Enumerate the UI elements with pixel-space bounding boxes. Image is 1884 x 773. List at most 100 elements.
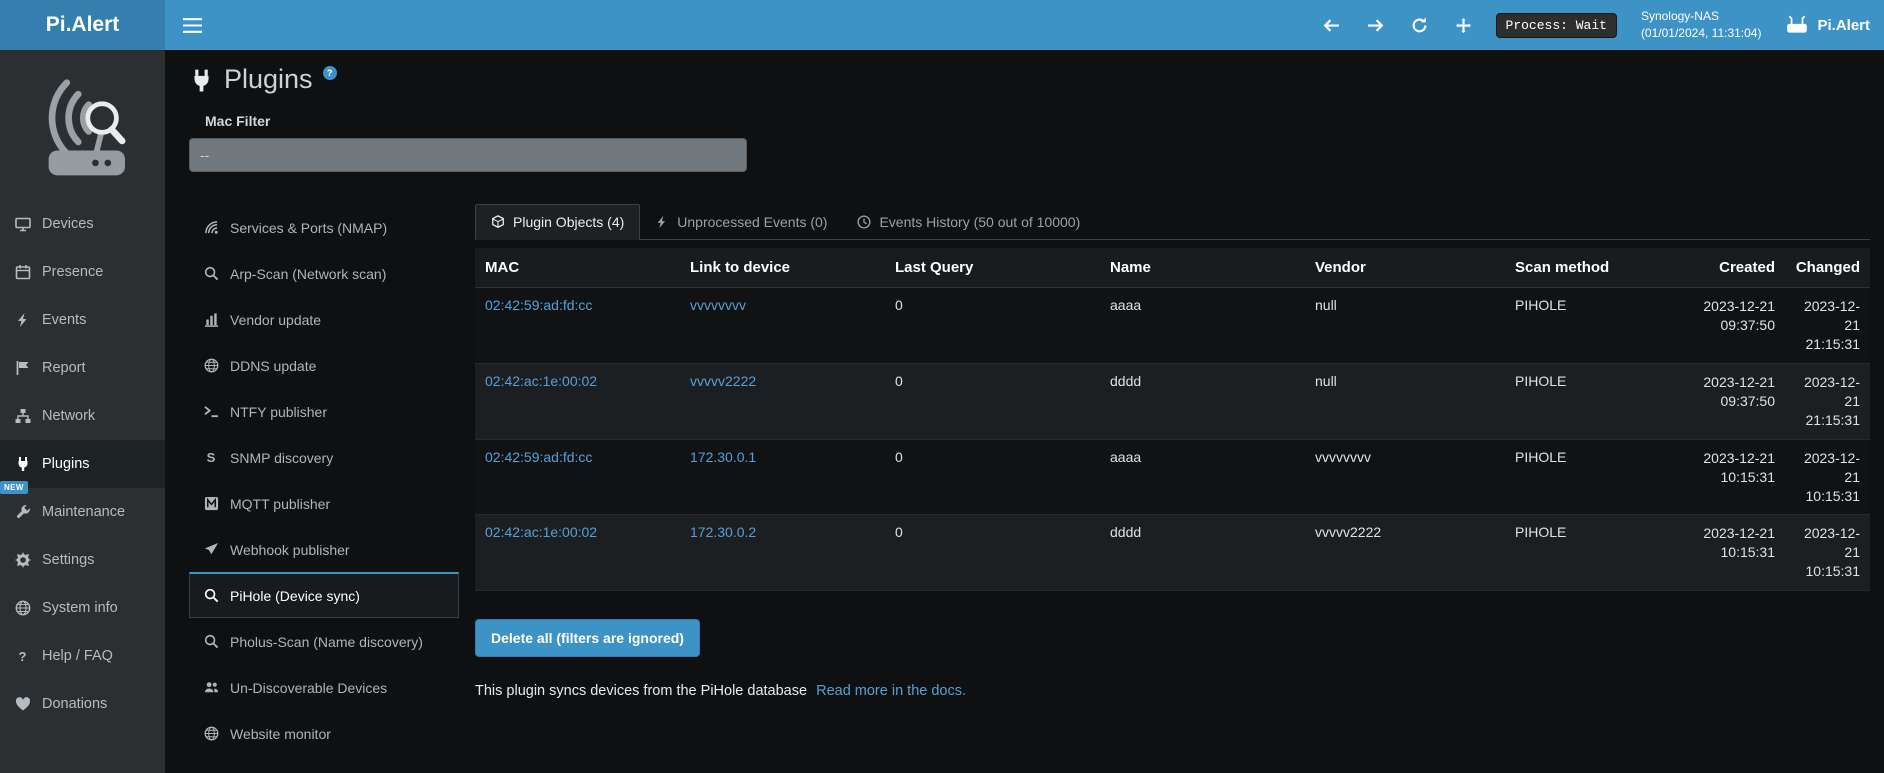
sidebar-item-network[interactable]: Network [0,392,165,440]
plugin-nav-pholus-scan-name-discovery[interactable]: Pholus-Scan (Name discovery) [189,618,459,664]
mac-filter-input[interactable] [189,138,747,172]
help-badge[interactable]: ? [323,66,337,80]
sidebar-item-settings[interactable]: Settings [0,536,165,584]
mac-link[interactable]: 02:42:59:ad:fd:cc [485,449,592,465]
plugin-nav-label: SNMP discovery [230,450,333,466]
device-link[interactable]: vvvvvvvv [690,297,746,313]
plugin-nav-mqtt-publisher[interactable]: MQTT publisher [189,480,459,526]
sidebar-item-events[interactable]: Events [0,296,165,344]
column-header-name[interactable]: Name [1100,248,1305,288]
column-header-changed[interactable]: Changed [1785,248,1870,288]
plugin-nav-vendor-update[interactable]: Vendor update [189,296,459,342]
page-header: Plugins ? [189,63,1870,95]
delete-all-button[interactable]: Delete all (filters are ignored) [475,619,700,657]
plugin-nav-label: Arp-Scan (Network scan) [230,266,386,282]
table-row: 02:42:ac:1e:00:02172.30.0.20ddddvvvvv222… [475,515,1870,591]
plugin-nav-label: Services & Ports (NMAP) [230,220,387,236]
created-cell: 2023-12-2109:37:50 [1690,364,1785,440]
plugin-nav-un-discoverable-devices[interactable]: Un-Discoverable Devices [189,664,459,710]
plug-title-icon [189,68,214,93]
column-header-created[interactable]: Created [1690,248,1785,288]
docs-link[interactable]: Read more in the docs. [816,683,966,699]
table-row: 02:42:ac:1e:00:02vvvvv22220ddddnullPIHOL… [475,364,1870,440]
new-badge: NEW [0,481,28,494]
plugin-nav-webhook-publisher[interactable]: Webhook publisher [189,526,459,572]
sidebar-item-label: Presence [42,264,103,280]
tab-plugin-objects-4[interactable]: Plugin Objects (4) [475,204,640,240]
plugin-nav-website-monitor[interactable]: Website monitor [189,710,459,756]
plugin-nav-snmp-discovery[interactable]: SSNMP discovery [189,434,459,480]
column-header-vendor[interactable]: Vendor [1305,248,1505,288]
table-body: 02:42:59:ad:fd:ccvvvvvvvv0aaaanullPIHOLE… [475,288,1870,591]
terminal-icon [202,404,220,419]
column-header-mac[interactable]: MAC [475,248,680,288]
move-icon[interactable] [1455,17,1472,34]
refresh-icon[interactable] [1411,17,1428,34]
plugin-nav-ddns-update[interactable]: DDNS update [189,342,459,388]
column-header-last-query[interactable]: Last Query [885,248,1100,288]
sidebar-item-presence[interactable]: Presence [0,248,165,296]
page-title: Plugins [224,63,313,95]
sidebar-item-label: Settings [42,552,94,568]
tab-events-history-50-out-of-10000[interactable]: Events History (50 out of 10000) [842,204,1095,239]
router-icon [1785,15,1809,35]
search-icon [202,266,220,281]
sidebar-item-label: Network [42,408,95,424]
sidebar-item-help-faq[interactable]: ?Help / FAQ [0,632,165,680]
sidebar-item-system-info[interactable]: System info [0,584,165,632]
changed-cell: 2023-12-2121:15:31 [1785,364,1870,440]
users-icon [202,680,220,695]
vendor-cell: vvvvv2222 [1305,515,1505,591]
topbar: Pi.Alert Process: Wait Synology-NAS (01/… [0,0,1884,50]
link-to-device-cell: vvvvv2222 [680,364,885,440]
sidebar-item-maintenance[interactable]: MaintenanceNEW [0,488,165,536]
sidebar-item-label: Events [42,312,86,328]
sidebar-item-devices[interactable]: Devices [0,200,165,248]
plugin-nav-label: Vendor update [230,312,321,328]
column-header-link-to-device[interactable]: Link to device [680,248,885,288]
menu-icon[interactable] [183,18,202,33]
mac-cell: 02:42:59:ad:fd:cc [475,439,680,515]
table-header: MACLink to deviceLast QueryNameVendorSca… [475,248,1870,288]
column-header-scan-method[interactable]: Scan method [1505,248,1690,288]
plugin-note: This plugin syncs devices from the PiHol… [475,683,1870,699]
mac-link[interactable]: 02:42:ac:1e:00:02 [485,373,597,389]
process-status-badge: Process: Wait [1496,13,1617,38]
forward-icon[interactable] [1367,17,1384,34]
mac-link[interactable]: 02:42:ac:1e:00:02 [485,524,597,540]
plugin-nav-label: Un-Discoverable Devices [230,680,387,696]
brand-logo[interactable]: Pi.Alert [0,0,165,50]
sidebar-item-donations[interactable]: Donations [0,680,165,728]
link-to-device-cell: 172.30.0.2 [680,515,885,591]
router-scan-logo [20,76,146,183]
device-link[interactable]: vvvvv2222 [690,373,756,389]
plugin-nav-arp-scan-network-scan[interactable]: Arp-Scan (Network scan) [189,250,459,296]
sidebar: DevicesPresenceEventsReportNetworkPlugin… [0,50,165,773]
changed-cell: 2023-12-2110:15:31 [1785,515,1870,591]
link-to-device-cell: vvvvvvvv [680,288,885,364]
host-time: (01/01/2024, 11:31:04) [1641,25,1762,42]
vendor-cell: null [1305,288,1505,364]
sidebar-item-report[interactable]: Report [0,344,165,392]
mac-link[interactable]: 02:42:59:ad:fd:cc [485,297,592,313]
plugin-nav-services-ports-nmap[interactable]: Services & Ports (NMAP) [189,204,459,250]
plugin-nav-label: Website monitor [230,726,331,742]
device-link[interactable]: 172.30.0.2 [690,524,756,540]
scan-method-cell: PIHOLE [1505,364,1690,440]
scan-method-cell: PIHOLE [1505,515,1690,591]
content-row: Services & Ports (NMAP) Arp-Scan (Network… [189,204,1870,756]
plugin-nav-label: DDNS update [230,358,316,374]
mqtt-icon [202,496,220,511]
device-link[interactable]: 172.30.0.1 [690,449,756,465]
plugin-nav: Services & Ports (NMAP) Arp-Scan (Network… [189,204,459,756]
tab-unprocessed-events-0[interactable]: Unprocessed Events (0) [640,204,842,239]
plugin-nav-ntfy-publisher[interactable]: NTFY publisher [189,388,459,434]
heart-icon [13,696,32,712]
back-icon[interactable] [1323,17,1340,34]
send-icon [202,542,220,557]
topbar-right: Process: Wait Synology-NAS (01/01/2024, … [1323,8,1870,42]
plugin-nav-pihole-device-sync[interactable]: PiHole (Device sync) [189,572,459,618]
sidebar-item-label: Report [42,360,86,376]
link-to-device-cell: 172.30.0.1 [680,439,885,515]
main-content: Plugins ? Mac Filter Services & Ports (N… [165,50,1884,773]
